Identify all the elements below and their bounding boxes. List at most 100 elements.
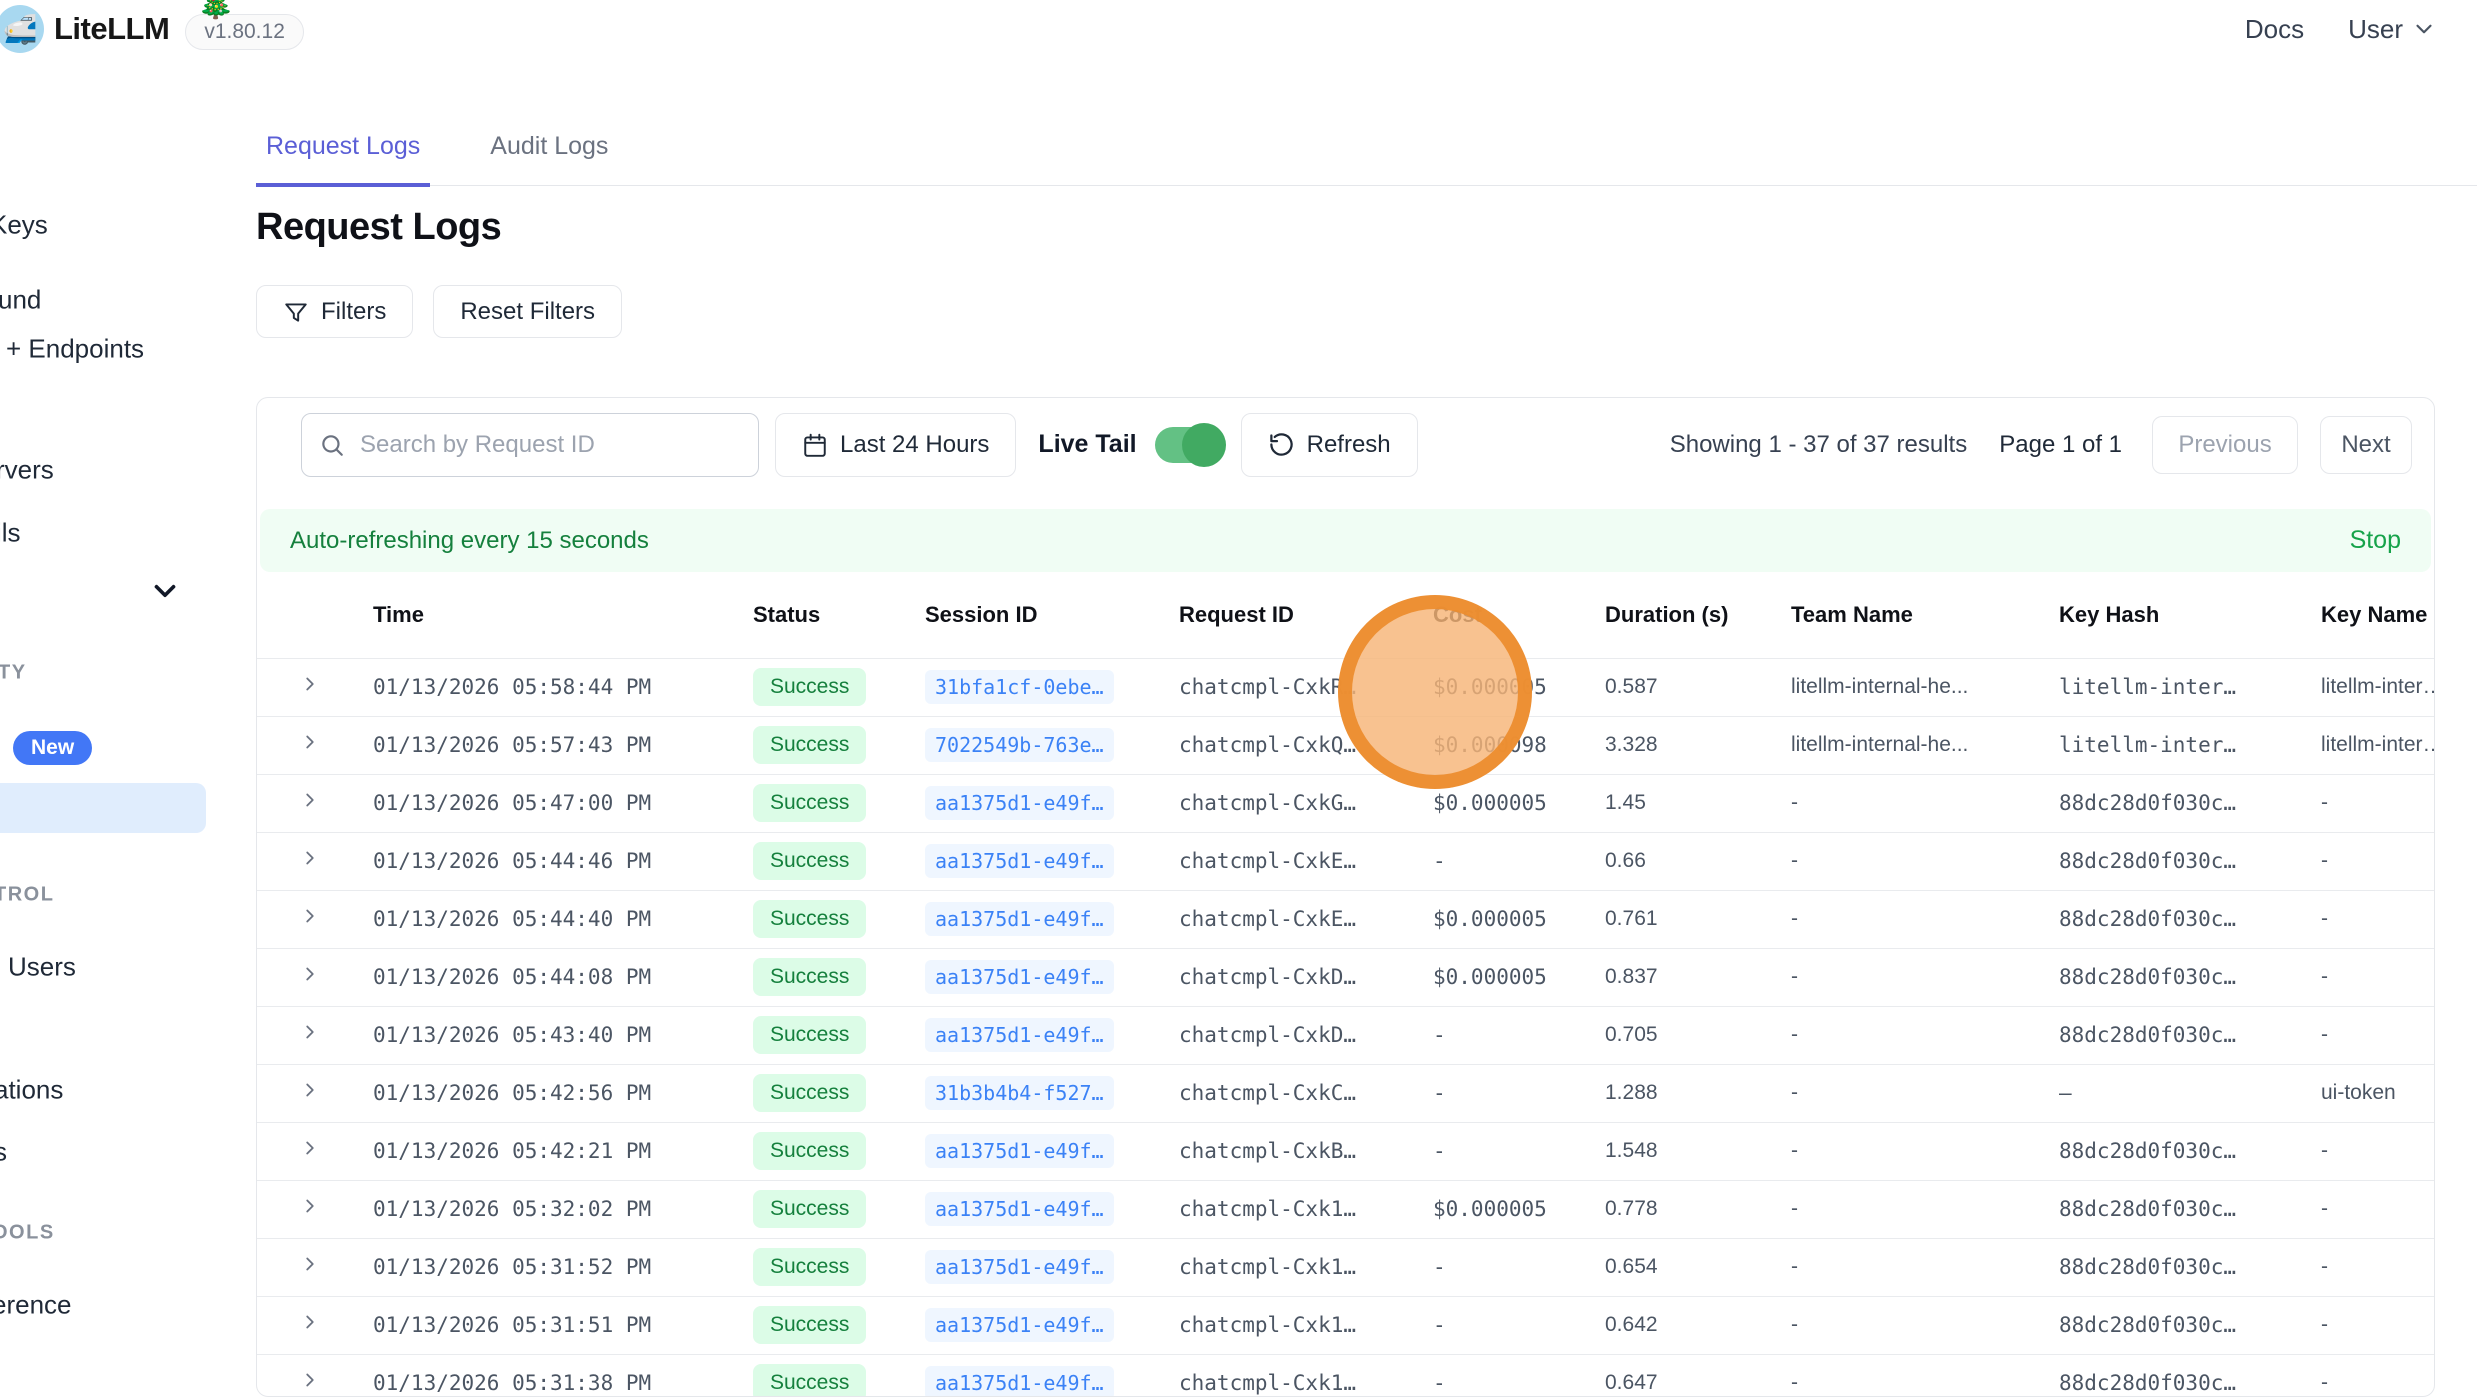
sidebar-collapse-chevron-icon[interactable] [148, 574, 182, 608]
sidebar-item-teams[interactable]: s [0, 1137, 7, 1168]
key-hash-cell: 88dc28d0f030c… [2043, 948, 2305, 1006]
sidebar-item-logs-active[interactable] [0, 783, 206, 833]
session-id-link[interactable]: aa1375d1-e49f… [925, 1366, 1114, 1397]
previous-page-button[interactable]: Previous [2152, 416, 2298, 474]
session-id-link[interactable]: aa1375d1-e49f… [925, 1250, 1114, 1284]
session-id-link[interactable]: aa1375d1-e49f… [925, 1134, 1114, 1168]
session-id-link[interactable]: aa1375d1-e49f… [925, 786, 1114, 820]
session-id-link[interactable]: aa1375d1-e49f… [925, 1192, 1114, 1226]
expand-row-icon[interactable] [299, 1253, 321, 1275]
table-row[interactable]: 01/13/2026 05:31:51 PM Success aa1375d1-… [257, 1296, 2435, 1354]
time-cell: 01/13/2026 05:47:00 PM [357, 774, 737, 832]
cost-cell: - [1417, 832, 1589, 890]
table-row[interactable]: 01/13/2026 05:42:21 PM Success aa1375d1-… [257, 1122, 2435, 1180]
time-cell: 01/13/2026 05:58:44 PM [357, 658, 737, 716]
reset-filters-button[interactable]: Reset Filters [433, 285, 622, 338]
column-header-5: Cost [1417, 572, 1589, 658]
table-row[interactable]: 01/13/2026 05:57:43 PM Success 7022549b-… [257, 716, 2435, 774]
logs-tabs: Request Logs Audit Logs [256, 58, 2477, 186]
refresh-icon [1268, 431, 1295, 458]
duration-cell: 0.654 [1589, 1238, 1775, 1296]
team-name-cell: - [1775, 1296, 2043, 1354]
results-summary: Showing 1 - 37 of 37 results [1670, 431, 1968, 459]
status-badge: Success [753, 784, 866, 822]
expand-row-icon[interactable] [299, 673, 321, 695]
status-badge: Success [753, 1306, 866, 1344]
cost-cell: - [1417, 1122, 1589, 1180]
expand-row-icon[interactable] [299, 1021, 321, 1043]
chevron-down-icon [2411, 16, 2437, 42]
team-name-cell: - [1775, 832, 2043, 890]
table-row[interactable]: 01/13/2026 05:32:02 PM Success aa1375d1-… [257, 1180, 2435, 1238]
expand-row-icon[interactable] [299, 1369, 321, 1391]
sidebar-item-servers[interactable]: rvers [0, 455, 54, 486]
search-request-id-input[interactable] [301, 413, 759, 477]
sidebar-item-guardrails[interactable]: ils [0, 518, 21, 549]
refresh-button[interactable]: Refresh [1241, 413, 1418, 477]
stop-auto-refresh-link[interactable]: Stop [2350, 526, 2401, 555]
cost-cell: $0.000005 [1417, 890, 1589, 948]
app-logo-text: LiteLLM [54, 11, 169, 47]
column-header-8: Key Hash [2043, 572, 2305, 658]
duration-cell: 0.642 [1589, 1296, 1775, 1354]
time-range-button[interactable]: Last 24 Hours [775, 413, 1016, 477]
session-id-link[interactable]: 31b3b4b4-f527… [925, 1076, 1114, 1110]
filters-button-label: Filters [321, 298, 386, 326]
table-row[interactable]: 01/13/2026 05:31:38 PM Success aa1375d1-… [257, 1354, 2435, 1397]
session-id-link[interactable]: aa1375d1-e49f… [925, 1018, 1114, 1052]
sidebar-item-playground[interactable]: und [0, 285, 41, 316]
request-id-cell: chatcmpl-CxkE… [1163, 832, 1417, 890]
user-menu[interactable]: User [2348, 14, 2437, 45]
expand-row-icon[interactable] [299, 789, 321, 811]
tab-request-logs[interactable]: Request Logs [256, 132, 430, 187]
app-logo[interactable]: 🚅 LiteLLM [0, 5, 169, 53]
sidebar-item-organizations[interactable]: ations [0, 1075, 63, 1106]
sidebar-item-keys[interactable]: Keys [0, 210, 48, 241]
column-header-7: Team Name [1775, 572, 2043, 658]
column-header-9: Key Name [2305, 572, 2435, 658]
expand-row-icon[interactable] [299, 847, 321, 869]
expand-row-icon[interactable] [299, 731, 321, 753]
expand-row-icon[interactable] [299, 1137, 321, 1159]
expand-row-icon[interactable] [299, 1311, 321, 1333]
session-id-link[interactable]: aa1375d1-e49f… [925, 960, 1114, 994]
sidebar-item-users[interactable]: Users [8, 952, 76, 983]
team-name-cell: - [1775, 1064, 2043, 1122]
request-id-cell: chatcmpl-Cxk1… [1163, 1238, 1417, 1296]
key-name-cell: ui-token [2305, 1064, 2435, 1122]
sidebar-item-endpoints[interactable]: + Endpoints [6, 334, 144, 365]
table-row[interactable]: 01/13/2026 05:31:52 PM Success aa1375d1-… [257, 1238, 2435, 1296]
expand-row-icon[interactable] [299, 963, 321, 985]
key-name-cell: - [2305, 890, 2435, 948]
session-id-link[interactable]: aa1375d1-e49f… [925, 902, 1114, 936]
request-logs-table: TimeStatusSession IDRequest IDCostDurati… [257, 572, 2435, 1397]
next-page-button[interactable]: Next [2320, 416, 2412, 474]
table-row[interactable]: 01/13/2026 05:44:08 PM Success aa1375d1-… [257, 948, 2435, 1006]
key-name-cell: - [2305, 948, 2435, 1006]
expand-row-icon[interactable] [299, 1079, 321, 1101]
sidebar-item-api-reference[interactable]: erence [0, 1290, 72, 1321]
table-row[interactable]: 01/13/2026 05:44:40 PM Success aa1375d1-… [257, 890, 2435, 948]
session-id-link[interactable]: 7022549b-763e… [925, 728, 1114, 762]
table-row[interactable]: 01/13/2026 05:44:46 PM Success aa1375d1-… [257, 832, 2435, 890]
tab-audit-logs[interactable]: Audit Logs [480, 132, 618, 185]
table-row[interactable]: 01/13/2026 05:42:56 PM Success 31b3b4b4-… [257, 1064, 2435, 1122]
request-logs-table-body: 01/13/2026 05:58:44 PM Success 31bfa1cf-… [257, 658, 2435, 1397]
request-id-cell: chatcmpl-CxkQ… [1163, 716, 1417, 774]
column-header-2: Status [737, 572, 909, 658]
table-row[interactable]: 01/13/2026 05:58:44 PM Success 31bfa1cf-… [257, 658, 2435, 716]
cost-cell: $0.000005 [1417, 948, 1589, 1006]
session-id-link[interactable]: 31bfa1cf-0ebe… [925, 670, 1114, 704]
expand-row-icon[interactable] [299, 1195, 321, 1217]
table-row[interactable]: 01/13/2026 05:43:40 PM Success aa1375d1-… [257, 1006, 2435, 1064]
filters-button[interactable]: Filters [256, 285, 413, 338]
duration-cell: 0.778 [1589, 1180, 1775, 1238]
time-cell: 01/13/2026 05:31:51 PM [357, 1296, 737, 1354]
session-id-link[interactable]: aa1375d1-e49f… [925, 1308, 1114, 1342]
expand-row-icon[interactable] [299, 905, 321, 927]
session-id-link[interactable]: aa1375d1-e49f… [925, 844, 1114, 878]
live-tail-toggle[interactable] [1155, 427, 1221, 463]
docs-link[interactable]: Docs [2245, 14, 2304, 45]
page-title: Request Logs [256, 206, 2477, 249]
table-row[interactable]: 01/13/2026 05:47:00 PM Success aa1375d1-… [257, 774, 2435, 832]
